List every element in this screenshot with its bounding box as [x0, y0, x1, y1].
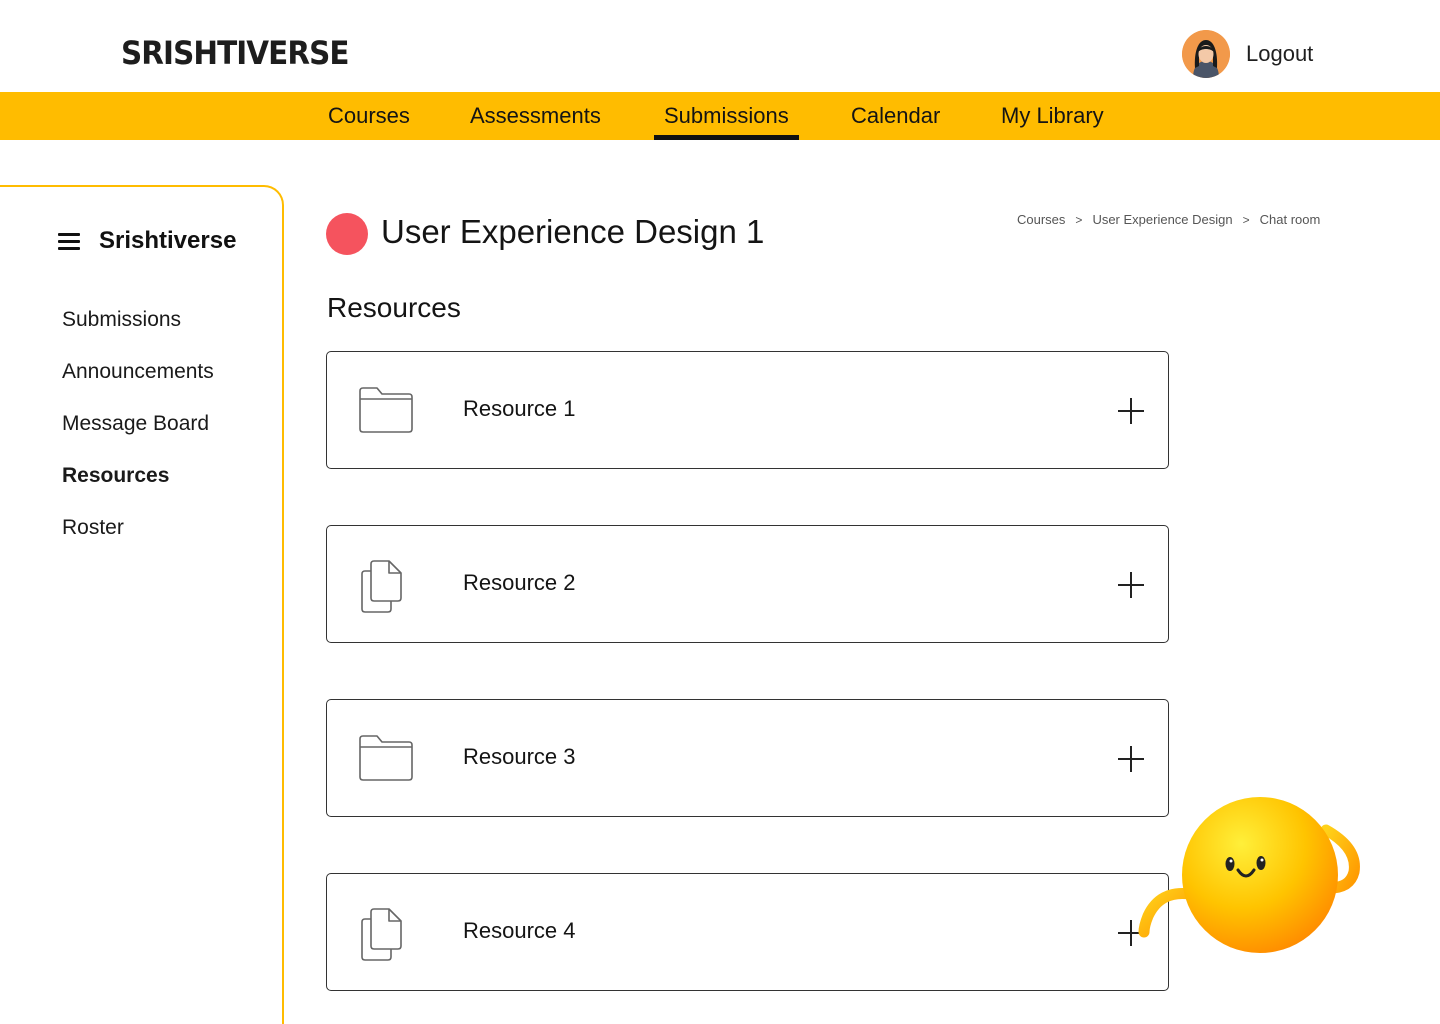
avatar[interactable]: [1182, 30, 1230, 78]
resource-label: Resource 2: [463, 570, 576, 595]
hamburger-icon[interactable]: [58, 232, 80, 250]
breadcrumb: Courses > User Experience Design > Chat …: [1017, 212, 1320, 227]
top-navbar: Courses Assessments Submissions Calendar…: [0, 92, 1440, 140]
user-avatar-icon: [1182, 30, 1230, 78]
nav-courses[interactable]: Courses: [328, 92, 410, 140]
logout-link[interactable]: Logout: [1246, 41, 1313, 67]
resource-card-1[interactable]: Resource 1: [326, 351, 1169, 469]
folder-icon: [359, 387, 413, 433]
plus-icon[interactable]: [1116, 396, 1146, 426]
breadcrumb-courses[interactable]: Courses: [1017, 212, 1065, 227]
resource-card-3[interactable]: Resource 3: [326, 699, 1169, 817]
chevron-right-icon: >: [1075, 212, 1083, 227]
nav-assessments[interactable]: Assessments: [470, 92, 601, 140]
sidebar-item-roster[interactable]: Roster: [62, 516, 124, 540]
sidebar-title: Srishtiverse: [99, 227, 237, 254]
page-title: User Experience Design 1: [381, 213, 765, 250]
resource-card-2[interactable]: Resource 2: [326, 525, 1169, 643]
chevron-right-icon: >: [1242, 212, 1250, 227]
sidebar-item-announcements[interactable]: Announcements: [62, 360, 214, 384]
app-logo: SRISHTIVERSE: [121, 34, 349, 72]
copy-icon: [361, 908, 402, 961]
resource-card-4[interactable]: Resource 4: [326, 873, 1169, 991]
folder-icon: [359, 735, 413, 781]
course-color-dot: [326, 213, 368, 255]
sidebar-header: Srishtiverse: [58, 227, 236, 255]
section-title: Resources: [327, 292, 461, 323]
copy-icon: [361, 560, 402, 613]
nav-calendar[interactable]: Calendar: [851, 92, 940, 140]
mascot-icon: [1138, 797, 1360, 953]
sidebar-item-submissions[interactable]: Submissions: [62, 308, 181, 332]
user-area: Logout: [1182, 30, 1313, 78]
breadcrumb-chat-room[interactable]: Chat room: [1260, 212, 1321, 227]
plus-icon[interactable]: [1116, 744, 1146, 774]
resource-label: Resource 3: [463, 744, 576, 769]
plus-icon[interactable]: [1116, 570, 1146, 600]
sidebar-item-resources[interactable]: Resources: [62, 464, 169, 488]
nav-submissions[interactable]: Submissions: [654, 92, 799, 140]
breadcrumb-course[interactable]: User Experience Design: [1092, 212, 1232, 227]
nav-my-library[interactable]: My Library: [1001, 92, 1104, 140]
resource-label: Resource 1: [463, 396, 576, 421]
resource-label: Resource 4: [463, 918, 576, 943]
sidebar: Srishtiverse Submissions Announcements M…: [0, 185, 284, 1024]
sidebar-item-message-board[interactable]: Message Board: [62, 412, 209, 436]
